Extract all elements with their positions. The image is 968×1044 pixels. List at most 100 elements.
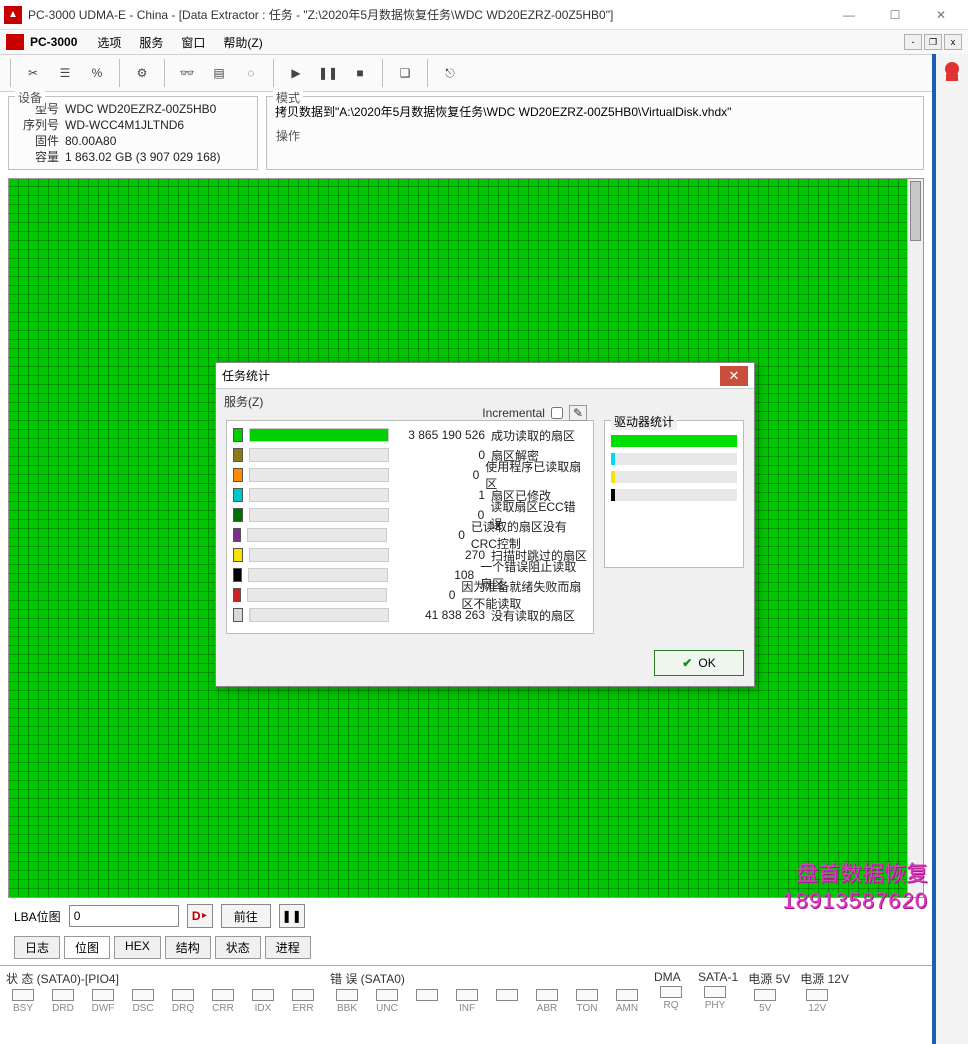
device-model: WDC WD20EZRZ-00Z5HB0 (65, 101, 216, 117)
led-label: DRD (52, 1003, 74, 1014)
binoculars-icon[interactable]: 👓 (173, 59, 201, 87)
stat-value: 0 (395, 468, 480, 482)
tab-struct[interactable]: 结构 (165, 936, 211, 959)
stat-label: 没有读取的扇区 (491, 607, 575, 624)
stat-swatch (233, 588, 241, 602)
stat-value: 0 (395, 448, 485, 462)
minimize-button[interactable]: — (826, 0, 872, 30)
dialog-close-button[interactable]: ✕ (720, 366, 748, 386)
status-led (490, 989, 524, 1014)
scrollbar-thumb[interactable] (910, 181, 921, 241)
stat-swatch (233, 468, 243, 482)
lba-controls: LBA位图 D‣ 前往 ❚❚ (0, 898, 932, 934)
driver-stats-panel: 驱动器统计 (604, 420, 744, 568)
tab-status[interactable]: 状态 (215, 936, 261, 959)
window-titlebar: ▲ PC-3000 UDMA-E - China - [Data Extract… (0, 0, 968, 30)
toolbar: ✂ ☰ % ⚙ 👓 ▤ ◌ ▶ ❚❚ ■ ❏ ⎋ (0, 54, 932, 92)
status-led: INF (450, 989, 484, 1014)
status-led: ERR (286, 989, 320, 1014)
status-led (410, 989, 444, 1014)
view-tabs: 日志 位图 HEX 结构 状态 进程 (0, 934, 932, 965)
status-led: BSY (6, 989, 40, 1014)
stat-bar (249, 448, 389, 462)
stat-bar (249, 548, 389, 562)
tab-bitmap[interactable]: 位图 (64, 936, 110, 959)
led-box (336, 989, 358, 1001)
maximize-button[interactable]: ☐ (872, 0, 918, 30)
status-sata1-group: SATA-1 PHY (698, 970, 738, 1014)
stat-bar (249, 508, 389, 522)
led-label: ABR (537, 1003, 558, 1014)
lba-input[interactable] (69, 905, 179, 927)
tab-process[interactable]: 进程 (265, 936, 311, 959)
filter-icon[interactable]: ▤ (205, 59, 233, 87)
tools-icon[interactable]: ✂ (19, 59, 47, 87)
stat-bar (248, 568, 388, 582)
led-box (616, 989, 638, 1001)
stat-row: 0 使用程序已读取扇区 (233, 465, 587, 485)
led-box (376, 989, 398, 1001)
stat-value: 0 (393, 588, 456, 602)
lba-pause-button[interactable]: ❚❚ (279, 904, 305, 928)
menu-options[interactable]: 选项 (89, 32, 129, 53)
status-led: DSC (126, 989, 160, 1014)
exit-icon[interactable]: ⎋ (436, 59, 464, 87)
dialog-titlebar[interactable]: 任务统计 ✕ (216, 363, 754, 389)
goto-button[interactable]: 前往 (221, 904, 271, 928)
lba-target-button[interactable]: D‣ (187, 904, 213, 928)
led-label: PHY (705, 1000, 726, 1011)
mdi-minimize-button[interactable]: - (904, 34, 922, 50)
copy-icon[interactable]: ❏ (391, 59, 419, 87)
stat-bar (249, 428, 389, 442)
app-name: PC-3000 (30, 35, 77, 49)
drive-icon[interactable] (940, 60, 964, 84)
right-sidebar (932, 54, 968, 1044)
stat-bar (249, 488, 389, 502)
mdi-close-button[interactable]: x (944, 34, 962, 50)
led-label: CRR (212, 1003, 234, 1014)
mdi-restore-button[interactable]: ❐ (924, 34, 942, 50)
menu-help[interactable]: 帮助(Z) (215, 32, 270, 53)
led-label: DSC (132, 1003, 153, 1014)
stop-button[interactable]: ■ (346, 59, 374, 87)
lba-label: LBA位图 (14, 908, 61, 925)
led-label: TON (577, 1003, 598, 1014)
driver-stats-legend: 驱动器统计 (611, 413, 677, 430)
device-capacity: 1 863.02 GB (3 907 029 168) (65, 149, 220, 165)
led-label: UNC (376, 1003, 398, 1014)
menu-window[interactable]: 窗口 (173, 32, 213, 53)
status-led: 12V (800, 989, 834, 1014)
pause-button[interactable]: ❚❚ (314, 59, 342, 87)
led-label: ERR (292, 1003, 313, 1014)
close-button[interactable]: ✕ (918, 0, 964, 30)
incremental-checkbox[interactable] (551, 407, 563, 419)
led-box (52, 989, 74, 1001)
percent-icon[interactable]: % (83, 59, 111, 87)
device-legend: 设备 (15, 89, 45, 106)
tab-log[interactable]: 日志 (14, 936, 60, 959)
status-led: TON (570, 989, 604, 1014)
stat-swatch (233, 448, 243, 462)
tab-hex[interactable]: HEX (114, 936, 161, 959)
menu-services[interactable]: 服务 (131, 32, 171, 53)
edit-icon[interactable]: ✎ (569, 405, 587, 421)
driver-bar (611, 435, 737, 447)
brand-icon (6, 34, 24, 50)
device-serial: WD-WCC4M1JLTND6 (65, 117, 184, 133)
status-led: RQ (654, 986, 688, 1011)
map-scrollbar[interactable] (907, 179, 923, 897)
settings-icon[interactable]: ⚙ (128, 59, 156, 87)
status-led: 5V (748, 989, 782, 1014)
window-title: PC-3000 UDMA-E - China - [Data Extractor… (28, 6, 826, 23)
stat-value: 41 838 263 (395, 608, 485, 622)
utility-icon[interactable]: ☰ (51, 59, 79, 87)
ok-button[interactable]: ✔ OK (654, 650, 744, 676)
incremental-label: Incremental (482, 406, 545, 420)
led-label: 5V (759, 1003, 771, 1014)
device-panel: 设备 型号WDC WD20EZRZ-00Z5HB0 序列号WD-WCC4M1JL… (8, 96, 258, 170)
driver-bar (611, 453, 737, 465)
play-button[interactable]: ▶ (282, 59, 310, 87)
led-box (576, 989, 598, 1001)
stat-bar (247, 588, 387, 602)
disk-icon[interactable]: ◌ (237, 59, 265, 87)
